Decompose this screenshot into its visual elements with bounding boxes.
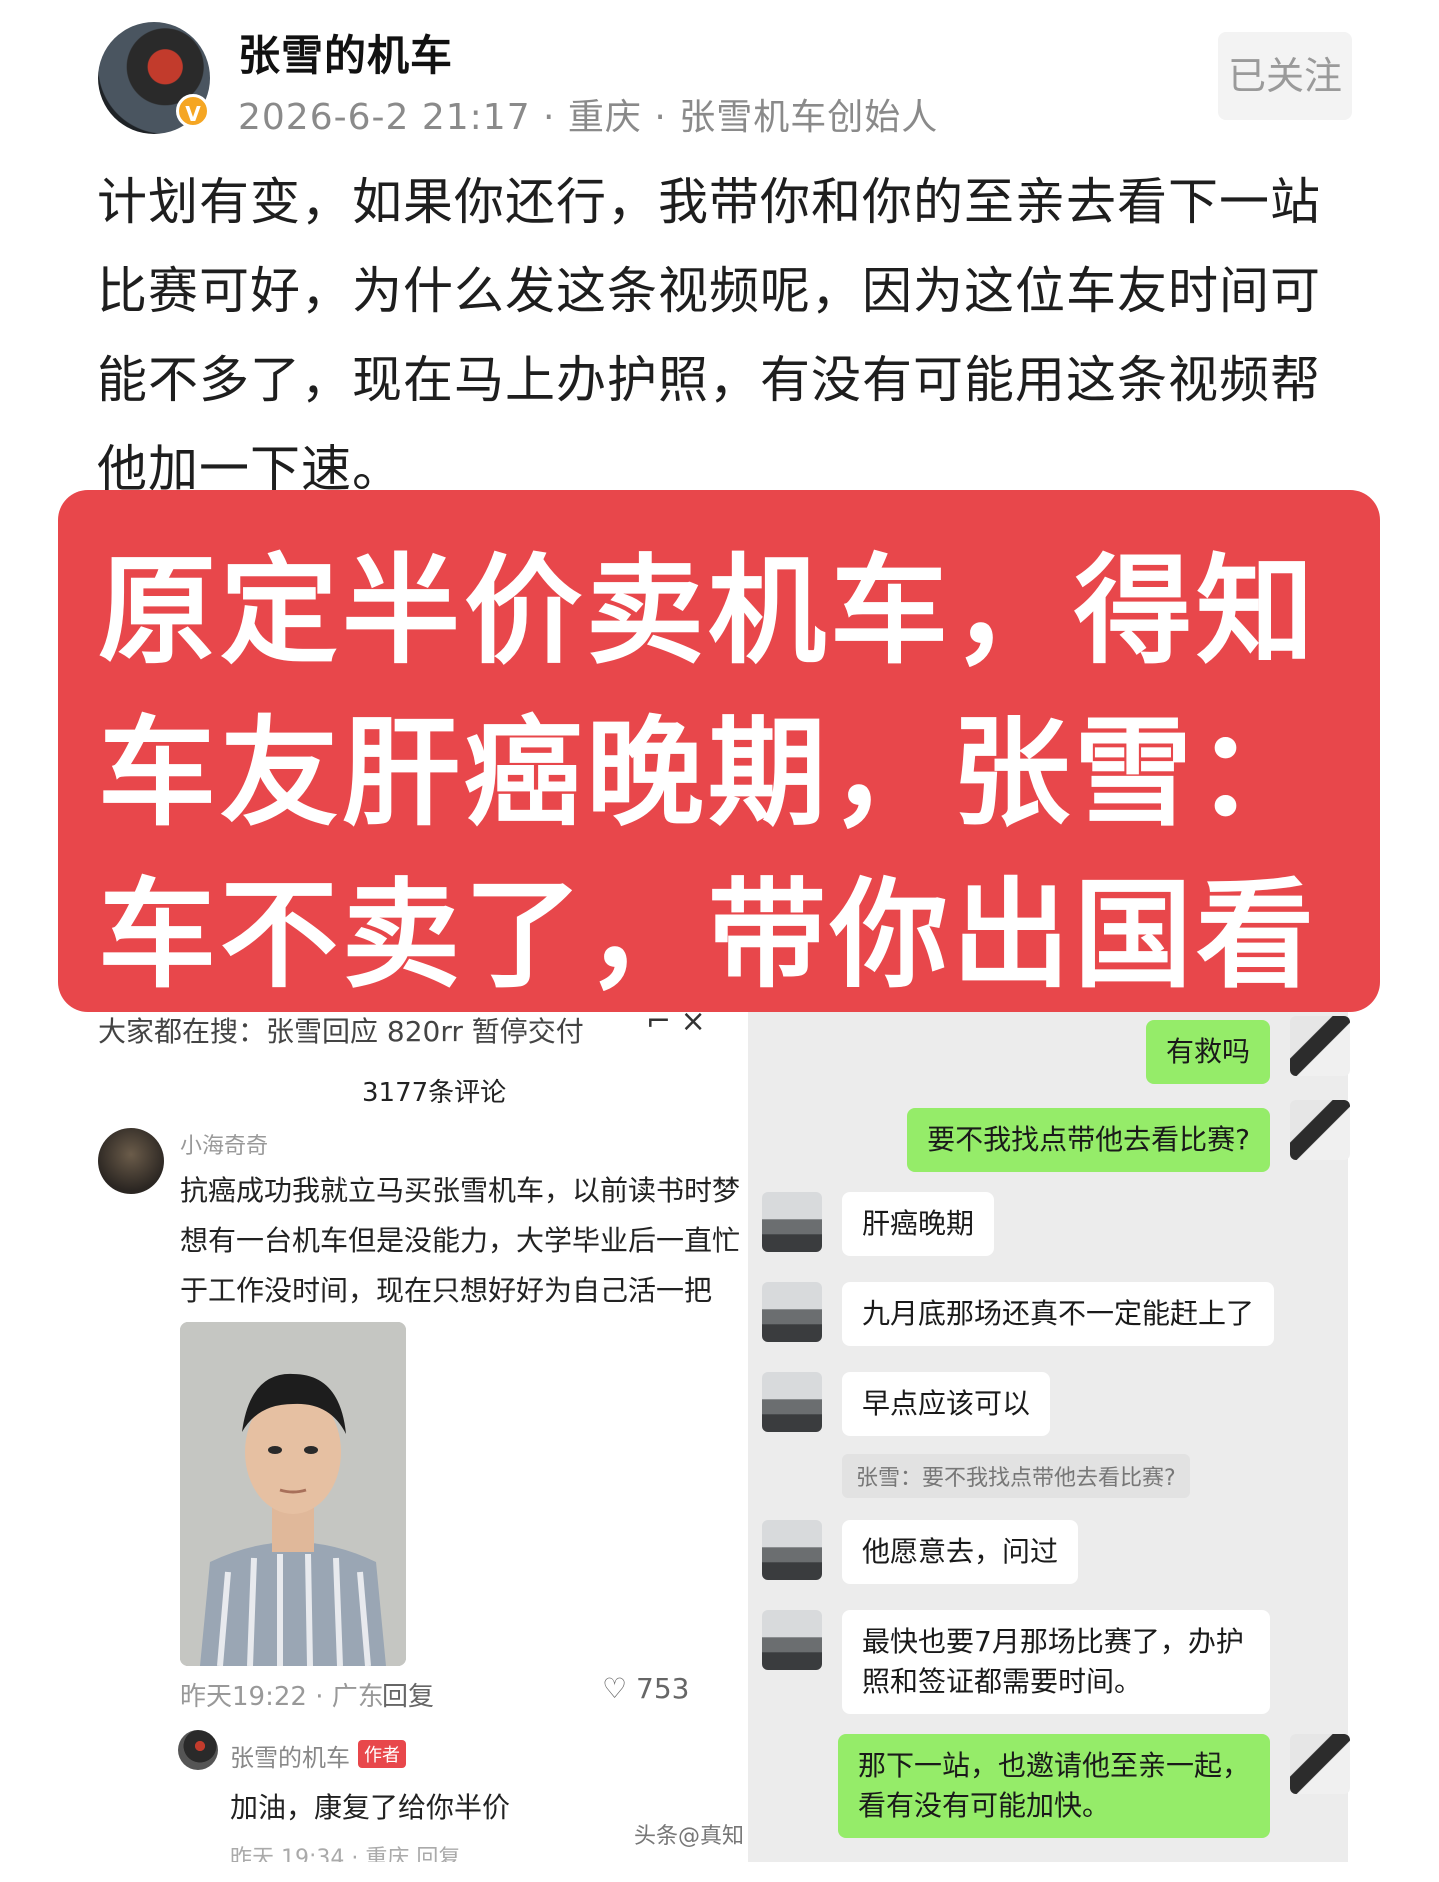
follow-button[interactable]: 已关注 [1218,32,1352,120]
my-avatar [1290,1734,1350,1794]
friend-avatar [762,1192,822,1252]
verified-badge: V [176,94,210,128]
post-text: 计划有变，如果你还行，我带你和你的至亲去看下一站比赛可好，为什么发这条视频呢，因… [97,173,1321,498]
chat-message: 他愿意去，问过 [842,1520,1079,1584]
like-button[interactable]: ♡ 753 [602,1672,689,1705]
heart-icon: ♡ [602,1672,628,1705]
chat-message: 最快也要7月那场比赛了，办护照和签证都需要时间。 [842,1610,1270,1714]
watermark: 头条@真知 [634,1824,745,1849]
author-name[interactable]: 张雪的机车 [238,22,453,83]
chat-message: 肝癌晚期 [842,1192,995,1256]
search-suggestion[interactable]: 大家都在搜：张雪回应 820rr 暂停交付 [98,1010,584,1050]
reply-author-name[interactable]: 张雪的机车 [230,1738,350,1773]
like-count: 753 [636,1672,690,1705]
my-avatar [1290,1100,1350,1160]
comment-time: 昨天19:22 · 广东 [180,1682,384,1712]
person-photo-icon [180,1322,406,1666]
chat-message: 那下一站，也邀请他至亲一起，看有没有可能加快。 [838,1734,1270,1838]
friend-avatar [762,1610,822,1670]
chat-message: 九月底那场还真不一定能赶上了 [842,1282,1275,1346]
quoted-message: 张雪：要不我找点带他去看比赛? [842,1454,1190,1498]
chat-message: 要不我找点带他去看比赛? [907,1108,1270,1172]
commenter-avatar[interactable] [98,1128,164,1194]
chat-screenshot: 有救吗 要不我找点带他去看比赛? 肝癌晚期 九月底那场还真不一定能赶上了 早点应… [748,1012,1350,1882]
chat-message: 早点应该可以 [842,1372,1051,1436]
bottom-strip [0,1862,1439,1882]
reply-author-avatar[interactable] [178,1730,218,1770]
author-tag: 作者 [358,1740,406,1768]
friend-avatar [762,1372,822,1432]
comment-text: 抗癌成功我就立马买张雪机车，以前读书时梦想有一台机车但是没能力，大学毕业后一直忙… [180,1174,741,1307]
reply-text: 加油，康复了给你半价 [230,1791,511,1824]
friend-avatar [762,1282,822,1342]
reply-button[interactable]: 回复 [382,1676,434,1713]
friend-avatar [762,1520,822,1580]
headline-banner: 原定半价卖机车，得知车友肝癌晚期，张雪：车不卖了，带你出国看比赛！ [58,490,1380,1012]
post-meta: 2026-6-2 21:17 · 重庆 · 张雪机车创始人 [238,97,939,138]
my-avatar [1290,1016,1350,1076]
chat-message: 有救吗 [1145,1020,1270,1084]
commenter-name[interactable]: 小海奇奇 [180,1128,268,1160]
comment-photo[interactable] [180,1322,406,1666]
comment-count: 3177条评论 [362,1078,507,1108]
